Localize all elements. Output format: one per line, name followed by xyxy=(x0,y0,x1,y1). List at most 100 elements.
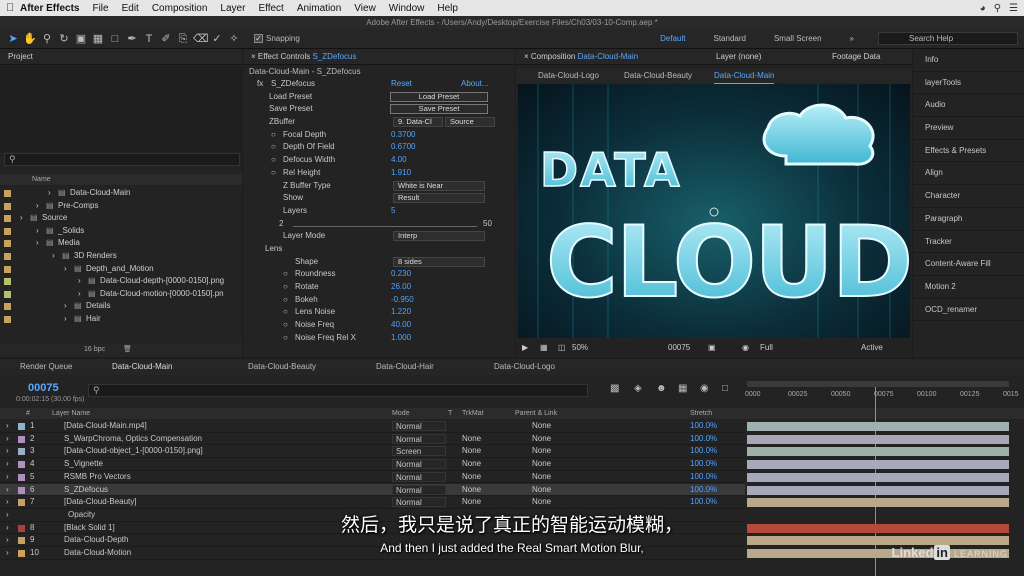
stopwatch-icon[interactable]: ○ xyxy=(271,154,276,167)
layer-name[interactable]: [Data-Cloud-Main.mp4] xyxy=(64,420,147,433)
side-panel-2[interactable]: Audio xyxy=(913,94,1024,118)
layer-name[interactable]: Data-Cloud-Depth xyxy=(64,534,128,547)
stopwatch-icon[interactable]: ○ xyxy=(283,319,288,332)
layer-twirl-icon[interactable]: › xyxy=(6,433,9,446)
reset-link[interactable]: Reset xyxy=(391,78,412,91)
eraser-tool-icon[interactable]: ⌫ xyxy=(193,32,209,46)
stopwatch-icon[interactable]: ○ xyxy=(283,268,288,281)
layer-label-color[interactable] xyxy=(18,435,25,443)
layer-name[interactable]: Opacity xyxy=(68,509,95,522)
param-value[interactable]: 1.910 xyxy=(391,167,411,180)
label-color-swatch[interactable] xyxy=(4,202,11,210)
layer-label-color[interactable] xyxy=(18,486,25,494)
project-item[interactable]: › ▤ Details xyxy=(0,300,242,313)
save-preset-button[interactable]: Save Preset xyxy=(390,104,488,115)
layer-duration-bar[interactable] xyxy=(747,460,1009,470)
label-color-swatch[interactable] xyxy=(4,290,11,298)
disclosure-triangle-icon[interactable]: › xyxy=(64,313,67,326)
effect-name[interactable]: S_ZDefocus xyxy=(271,78,315,91)
motion-blur-icon[interactable]: ◉ xyxy=(700,383,709,394)
workspace-default[interactable]: Default xyxy=(646,34,699,43)
lens-param-value[interactable]: 1.000 xyxy=(391,332,411,345)
camera-select[interactable]: Active Camera xyxy=(861,340,912,357)
side-panel-8[interactable]: Tracker xyxy=(913,231,1024,254)
layer-stretch[interactable]: 100.0% xyxy=(690,471,717,484)
layer-parent-select[interactable]: None xyxy=(532,484,551,497)
snapping-toggle[interactable]: ✓ Snapping xyxy=(254,34,300,43)
disclosure-triangle-icon[interactable]: › xyxy=(36,225,39,238)
tab-data-cloud-beauty[interactable]: Data-Cloud-Beauty xyxy=(248,359,316,375)
layer-trkmat-select[interactable]: None xyxy=(462,471,481,484)
effect-controls-tab[interactable]: × Effect Controls S_ZDefocus xyxy=(243,49,515,65)
layer-row[interactable]: › 4 S_Vignette Normal None None 100.0% xyxy=(0,458,745,471)
project-item[interactable]: › ▤ _Solids xyxy=(0,225,242,238)
layer-mode-select[interactable]: Normal xyxy=(392,471,446,482)
layer-trkmat-select[interactable]: None xyxy=(462,433,481,446)
menu-layer[interactable]: Layer xyxy=(220,3,245,14)
zbuffer-source-select[interactable]: Source xyxy=(445,117,495,128)
side-panel-9[interactable]: Content-Aware Fill xyxy=(913,253,1024,276)
disclosure-triangle-icon[interactable]: › xyxy=(64,263,67,276)
project-tab[interactable]: Project xyxy=(0,49,242,65)
layer-parent-select[interactable]: None xyxy=(532,433,551,446)
layer-row[interactable]: › 7 [Data-Cloud-Beauty] Normal None None 100.0… xyxy=(0,496,745,509)
project-item[interactable]: › ▤ Depth_and_Motion xyxy=(0,263,242,276)
stopwatch-icon[interactable]: ○ xyxy=(271,141,276,154)
project-item[interactable]: › ▤ Data-Cloud-Main xyxy=(0,187,242,200)
shy-icon[interactable]: ☻ xyxy=(656,383,667,394)
search-icon[interactable]: ⚲ xyxy=(994,3,1001,14)
disclosure-triangle-icon[interactable]: › xyxy=(20,212,23,225)
layer-twirl-icon[interactable]: › xyxy=(6,534,9,547)
layer-twirl-icon[interactable]: › xyxy=(6,496,9,509)
layer-twirl-icon[interactable]: › xyxy=(6,522,9,535)
breadcrumb-beauty[interactable]: Data-Cloud-Beauty xyxy=(624,69,692,83)
selection-tool-icon[interactable]: ➤ xyxy=(6,32,20,46)
layer-duration-bar[interactable] xyxy=(747,498,1009,508)
col-layer-name[interactable]: Layer Name xyxy=(52,408,90,419)
menu-view[interactable]: View xyxy=(354,3,376,14)
type-tool-icon[interactable]: T xyxy=(142,32,156,46)
workspace-more-icon[interactable]: » xyxy=(836,34,868,43)
frame-blending-icon[interactable]: ▦ xyxy=(678,383,687,394)
tab-data-cloud-logo[interactable]: Data-Cloud-Logo xyxy=(494,359,555,375)
layer-twirl-icon[interactable]: › xyxy=(6,420,9,433)
project-item[interactable]: › ▤ Data-Cloud-depth-[0000-0150].png xyxy=(0,275,242,288)
layer-label-color[interactable] xyxy=(18,537,25,545)
roto-brush-tool-icon[interactable]: ✓ xyxy=(210,32,224,46)
layer-duration-bar[interactable] xyxy=(747,447,1009,457)
stopwatch-icon[interactable]: ○ xyxy=(271,129,276,142)
composition-tab-target[interactable]: Data-Cloud-Main xyxy=(578,52,638,61)
layer-stretch[interactable]: 100.0% xyxy=(690,420,717,433)
layer-mode-select[interactable]: Screen xyxy=(392,446,446,457)
layer-trkmat-select[interactable]: None xyxy=(462,445,481,458)
layer-mode-select[interactable]: Normal xyxy=(392,459,446,470)
layer-parent-select[interactable]: None xyxy=(532,445,551,458)
label-color-swatch[interactable] xyxy=(4,278,11,286)
side-panel-0[interactable]: Info xyxy=(913,49,1024,72)
label-color-swatch[interactable] xyxy=(4,303,11,311)
timeline-timecode[interactable]: 00075 xyxy=(28,382,59,394)
label-color-swatch[interactable] xyxy=(4,240,11,248)
disclosure-triangle-icon[interactable]: › xyxy=(64,300,67,313)
layer-twirl-icon[interactable]: › xyxy=(6,547,9,560)
layer-row[interactable]: › 3 [Data-Cloud-object_1-[0000-0150].png] S… xyxy=(0,445,745,459)
label-color-swatch[interactable] xyxy=(4,252,11,260)
layer-name[interactable]: S_ZDefocus xyxy=(64,484,108,497)
rectangle-tool-icon[interactable]: □ xyxy=(108,32,122,46)
layer-label-color[interactable] xyxy=(18,461,25,469)
project-search-input[interactable]: ⚲ xyxy=(4,153,240,166)
layers-value[interactable]: 5 xyxy=(391,205,395,218)
wifi-icon[interactable]: ◕ xyxy=(980,3,986,14)
time-ruler[interactable]: 0000 00025 00050 00075 00100 00125 0015 xyxy=(745,377,1019,405)
layer-row[interactable]: › Opacity xyxy=(0,509,745,522)
hand-tool-icon[interactable]: ✋ xyxy=(23,32,37,46)
label-color-swatch[interactable] xyxy=(4,227,11,235)
bit-depth-label[interactable]: 16 bpc xyxy=(84,346,105,353)
layer-stretch[interactable]: 100.0% xyxy=(690,484,717,497)
label-color-swatch[interactable] xyxy=(4,190,11,197)
layer-row[interactable]: › 1 [Data-Cloud-Main.mp4] Normal None 100.0% xyxy=(0,420,745,433)
side-panel-4[interactable]: Effects & Presets xyxy=(913,140,1024,163)
layer-duration-bar[interactable] xyxy=(747,422,1009,431)
color-channels-icon[interactable]: ◉ xyxy=(742,340,749,356)
layer-twirl-icon[interactable]: › xyxy=(6,484,9,497)
